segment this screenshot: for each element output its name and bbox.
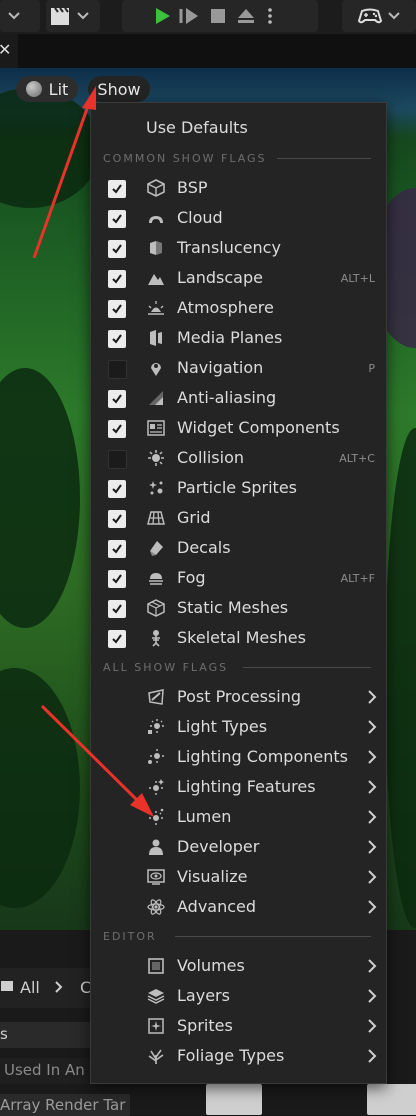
- annotation-arrow-show: [32, 86, 96, 259]
- annotation-arrow-lumen: [40, 704, 154, 817]
- annotation-arrows: [32, 86, 154, 817]
